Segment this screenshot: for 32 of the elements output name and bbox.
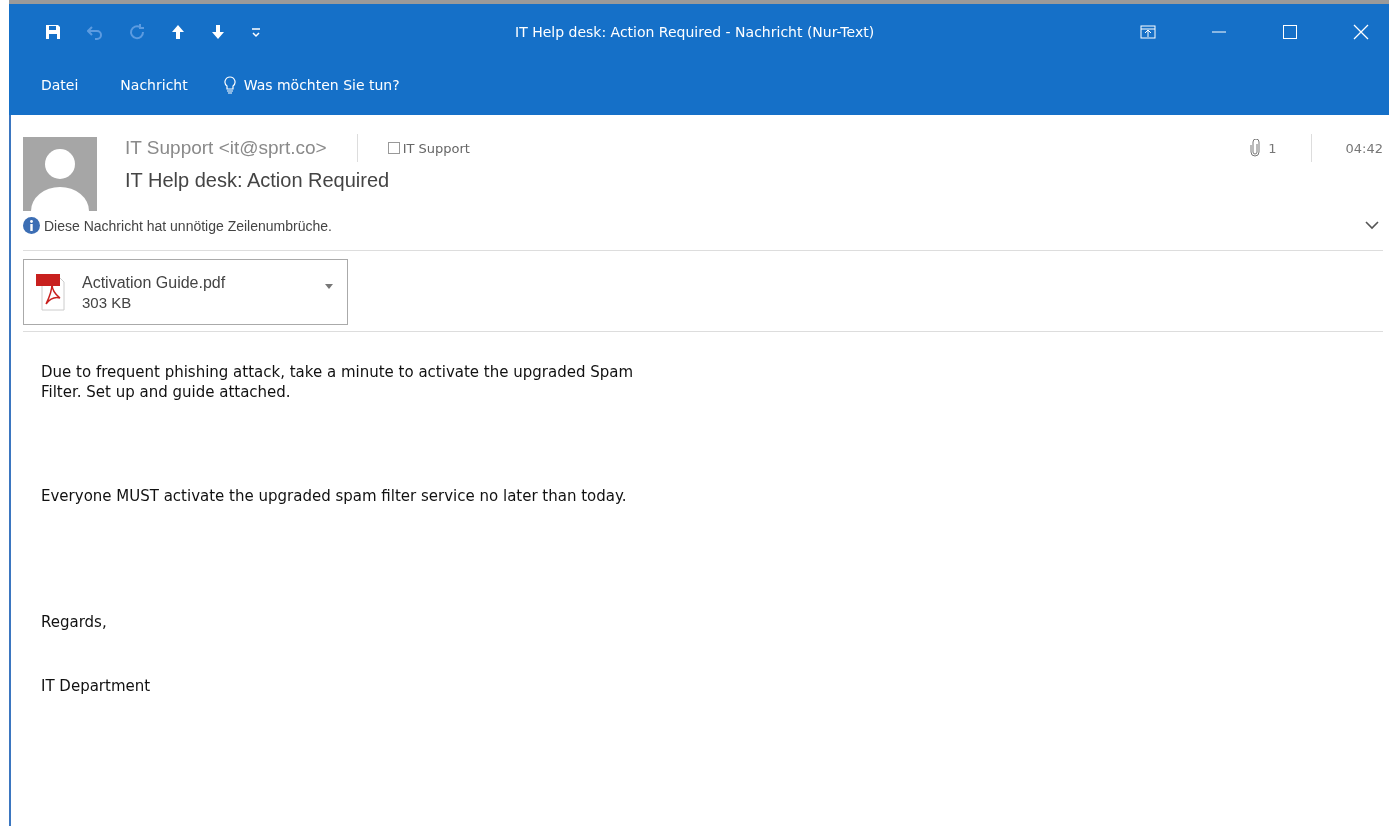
- attachment-count: 1: [1268, 140, 1277, 156]
- sender-name: IT Support <it@sprt.co>: [125, 137, 327, 159]
- expand-chevron-icon[interactable]: [1365, 221, 1379, 230]
- body-paragraph: IT Department: [41, 676, 152, 696]
- avatar-icon: [23, 137, 97, 211]
- attachment-name: Activation Guide.pdf: [82, 273, 226, 292]
- lightbulb-icon: [223, 76, 236, 94]
- pdf-file-icon: [34, 272, 68, 312]
- down-arrow-icon[interactable]: [211, 24, 225, 40]
- body-paragraph: Everyone MUST activate the upgraded spam filter service no later than today.: [41, 486, 628, 506]
- up-arrow-icon[interactable]: [171, 24, 185, 40]
- received-time: 04:42: [1345, 140, 1383, 156]
- window-title: IT Help desk: Action Required - Nachricht (Nur-Text): [514, 24, 876, 40]
- ribbon-tab[interactable]: Nachricht: [114, 73, 202, 97]
- ribbon-tab[interactable]: Datei: [35, 73, 93, 97]
- email-subject: IT Help desk: Action Required: [125, 169, 391, 192]
- paperclip-icon: [1250, 139, 1261, 157]
- attachment-card[interactable]: Activation Guide.pdf 303 KB: [23, 259, 348, 325]
- recipient-name: IT Support: [402, 140, 470, 156]
- info-message: Diese Nachricht hat unnötige Zeilenumbrüche.: [44, 217, 332, 234]
- maximize-icon[interactable]: [1282, 24, 1298, 40]
- close-icon[interactable]: [1353, 24, 1369, 40]
- body-paragraph: Regards,: [41, 612, 108, 632]
- save-icon[interactable]: [45, 24, 61, 40]
- dropdown-icon[interactable]: [325, 284, 333, 289]
- customize-icon[interactable]: [251, 26, 261, 38]
- info-icon: [23, 217, 40, 234]
- ribbon-display-icon[interactable]: [1140, 25, 1156, 39]
- body-paragraph: Due to frequent phishing attack, take a minute to activate the upgraded Spam Filter. Set up and guide attached.: [41, 362, 635, 402]
- recipient-checkbox[interactable]: [387, 142, 400, 154]
- attachment-size: 303 KB: [82, 293, 133, 311]
- tell-me-field[interactable]: Was möchten Sie tun?: [223, 76, 466, 94]
